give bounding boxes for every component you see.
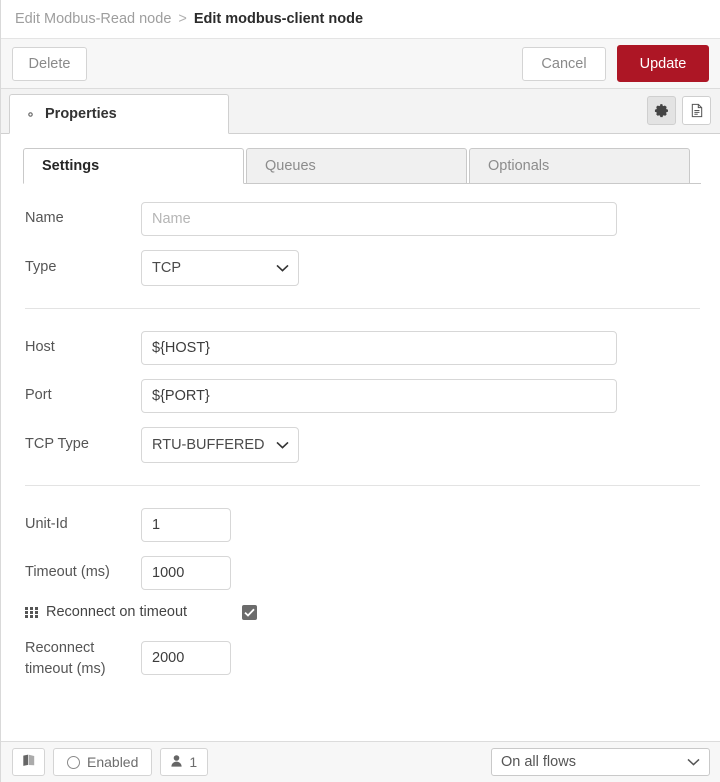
host-label: Host <box>25 339 55 356</box>
node-usage-count[interactable]: 1 <box>160 748 209 776</box>
grid-icon <box>25 606 38 618</box>
tab-settings[interactable]: Settings <box>23 148 244 184</box>
delete-button[interactable]: Delete <box>12 46 87 81</box>
field-row-type: Type TCP <box>1 250 720 286</box>
type-label: Type <box>25 259 57 276</box>
field-row-port: Port <box>1 379 720 413</box>
scope-select-wrap: On all flows <box>491 748 710 776</box>
tab-properties-label: Properties <box>45 106 117 122</box>
tcp-type-select-wrap: RTU-BUFFERED <box>141 427 299 463</box>
type-select-wrap: TCP <box>141 250 299 286</box>
field-row-tcp-type: TCP Type RTU-BUFFERED <box>1 427 720 463</box>
name-label: Name <box>25 210 64 227</box>
field-row-unit-id: Unit-Id <box>1 508 720 542</box>
node-description-button[interactable] <box>682 96 711 125</box>
field-row-name: Name <box>1 202 720 236</box>
users-count-label: 1 <box>189 754 198 770</box>
reconnect-on-timeout-checkbox[interactable] <box>242 604 258 620</box>
unit-id-label: Unit-Id <box>25 516 68 533</box>
type-select[interactable]: TCP <box>141 250 299 286</box>
enabled-label: Enabled <box>87 754 139 770</box>
node-settings-button[interactable] <box>647 96 676 125</box>
cancel-button[interactable]: Cancel <box>522 46 606 81</box>
name-input[interactable] <box>141 202 617 236</box>
port-input[interactable] <box>141 379 617 413</box>
inner-tab-strip: Settings Queues Optionals <box>23 147 701 184</box>
timeout-input[interactable] <box>141 556 231 590</box>
edit-node-dialog: Edit Modbus-Read node > Edit modbus-clie… <box>0 0 720 782</box>
tab-optionals-label: Optionals <box>488 158 550 174</box>
dialog-footer: Enabled 1 On all flows <box>1 741 720 782</box>
enabled-toggle-button[interactable]: Enabled <box>53 748 153 776</box>
dialog-toolbar: Delete Cancel Update <box>1 38 720 89</box>
tab-properties[interactable]: Properties <box>9 94 229 134</box>
breadcrumb-separator: > <box>178 11 187 27</box>
field-row-reconnect-on-timeout: Reconnect on timeout <box>1 604 720 620</box>
dialog-icon-buttons <box>647 96 711 125</box>
tab-queues-label: Queues <box>265 158 316 174</box>
breadcrumb-current: Edit modbus-client node <box>193 11 364 27</box>
tcp-type-select[interactable]: RTU-BUFFERED <box>141 427 299 463</box>
breadcrumb: Edit Modbus-Read node > Edit modbus-clie… <box>1 0 720 38</box>
scope-select[interactable]: On all flows <box>491 748 710 776</box>
circle-icon <box>67 755 80 769</box>
book-icon <box>22 754 36 770</box>
outer-tab-strip: Properties <box>1 89 720 134</box>
tab-optionals[interactable]: Optionals <box>469 148 690 184</box>
tcp-type-label: TCP Type <box>25 436 89 453</box>
breadcrumb-previous[interactable]: Edit Modbus-Read node <box>15 11 171 27</box>
update-button[interactable]: Update <box>617 45 709 82</box>
user-icon <box>171 754 182 770</box>
host-input[interactable] <box>141 331 617 365</box>
divider-bottom <box>25 485 700 486</box>
reconnect-on-timeout-label: Reconnect on timeout <box>46 604 188 620</box>
field-row-timeout: Timeout (ms) <box>1 556 720 590</box>
field-row-reconnect-timeout: Reconnect timeout (ms) <box>1 636 720 680</box>
reconnect-timeout-label: Reconnect timeout (ms) <box>25 640 106 678</box>
field-row-host: Host <box>1 331 720 365</box>
tab-queues[interactable]: Queues <box>246 148 467 184</box>
reconnect-timeout-input[interactable] <box>141 641 231 676</box>
gear-icon <box>24 108 37 121</box>
docs-button[interactable] <box>12 748 45 776</box>
timeout-label: Timeout (ms) <box>25 564 110 581</box>
unit-id-input[interactable] <box>141 508 231 542</box>
port-label: Port <box>25 387 52 404</box>
settings-form: Name Type TCP Host Port TCP Type <box>1 184 720 680</box>
divider-top <box>25 308 700 309</box>
tab-settings-label: Settings <box>42 158 100 174</box>
